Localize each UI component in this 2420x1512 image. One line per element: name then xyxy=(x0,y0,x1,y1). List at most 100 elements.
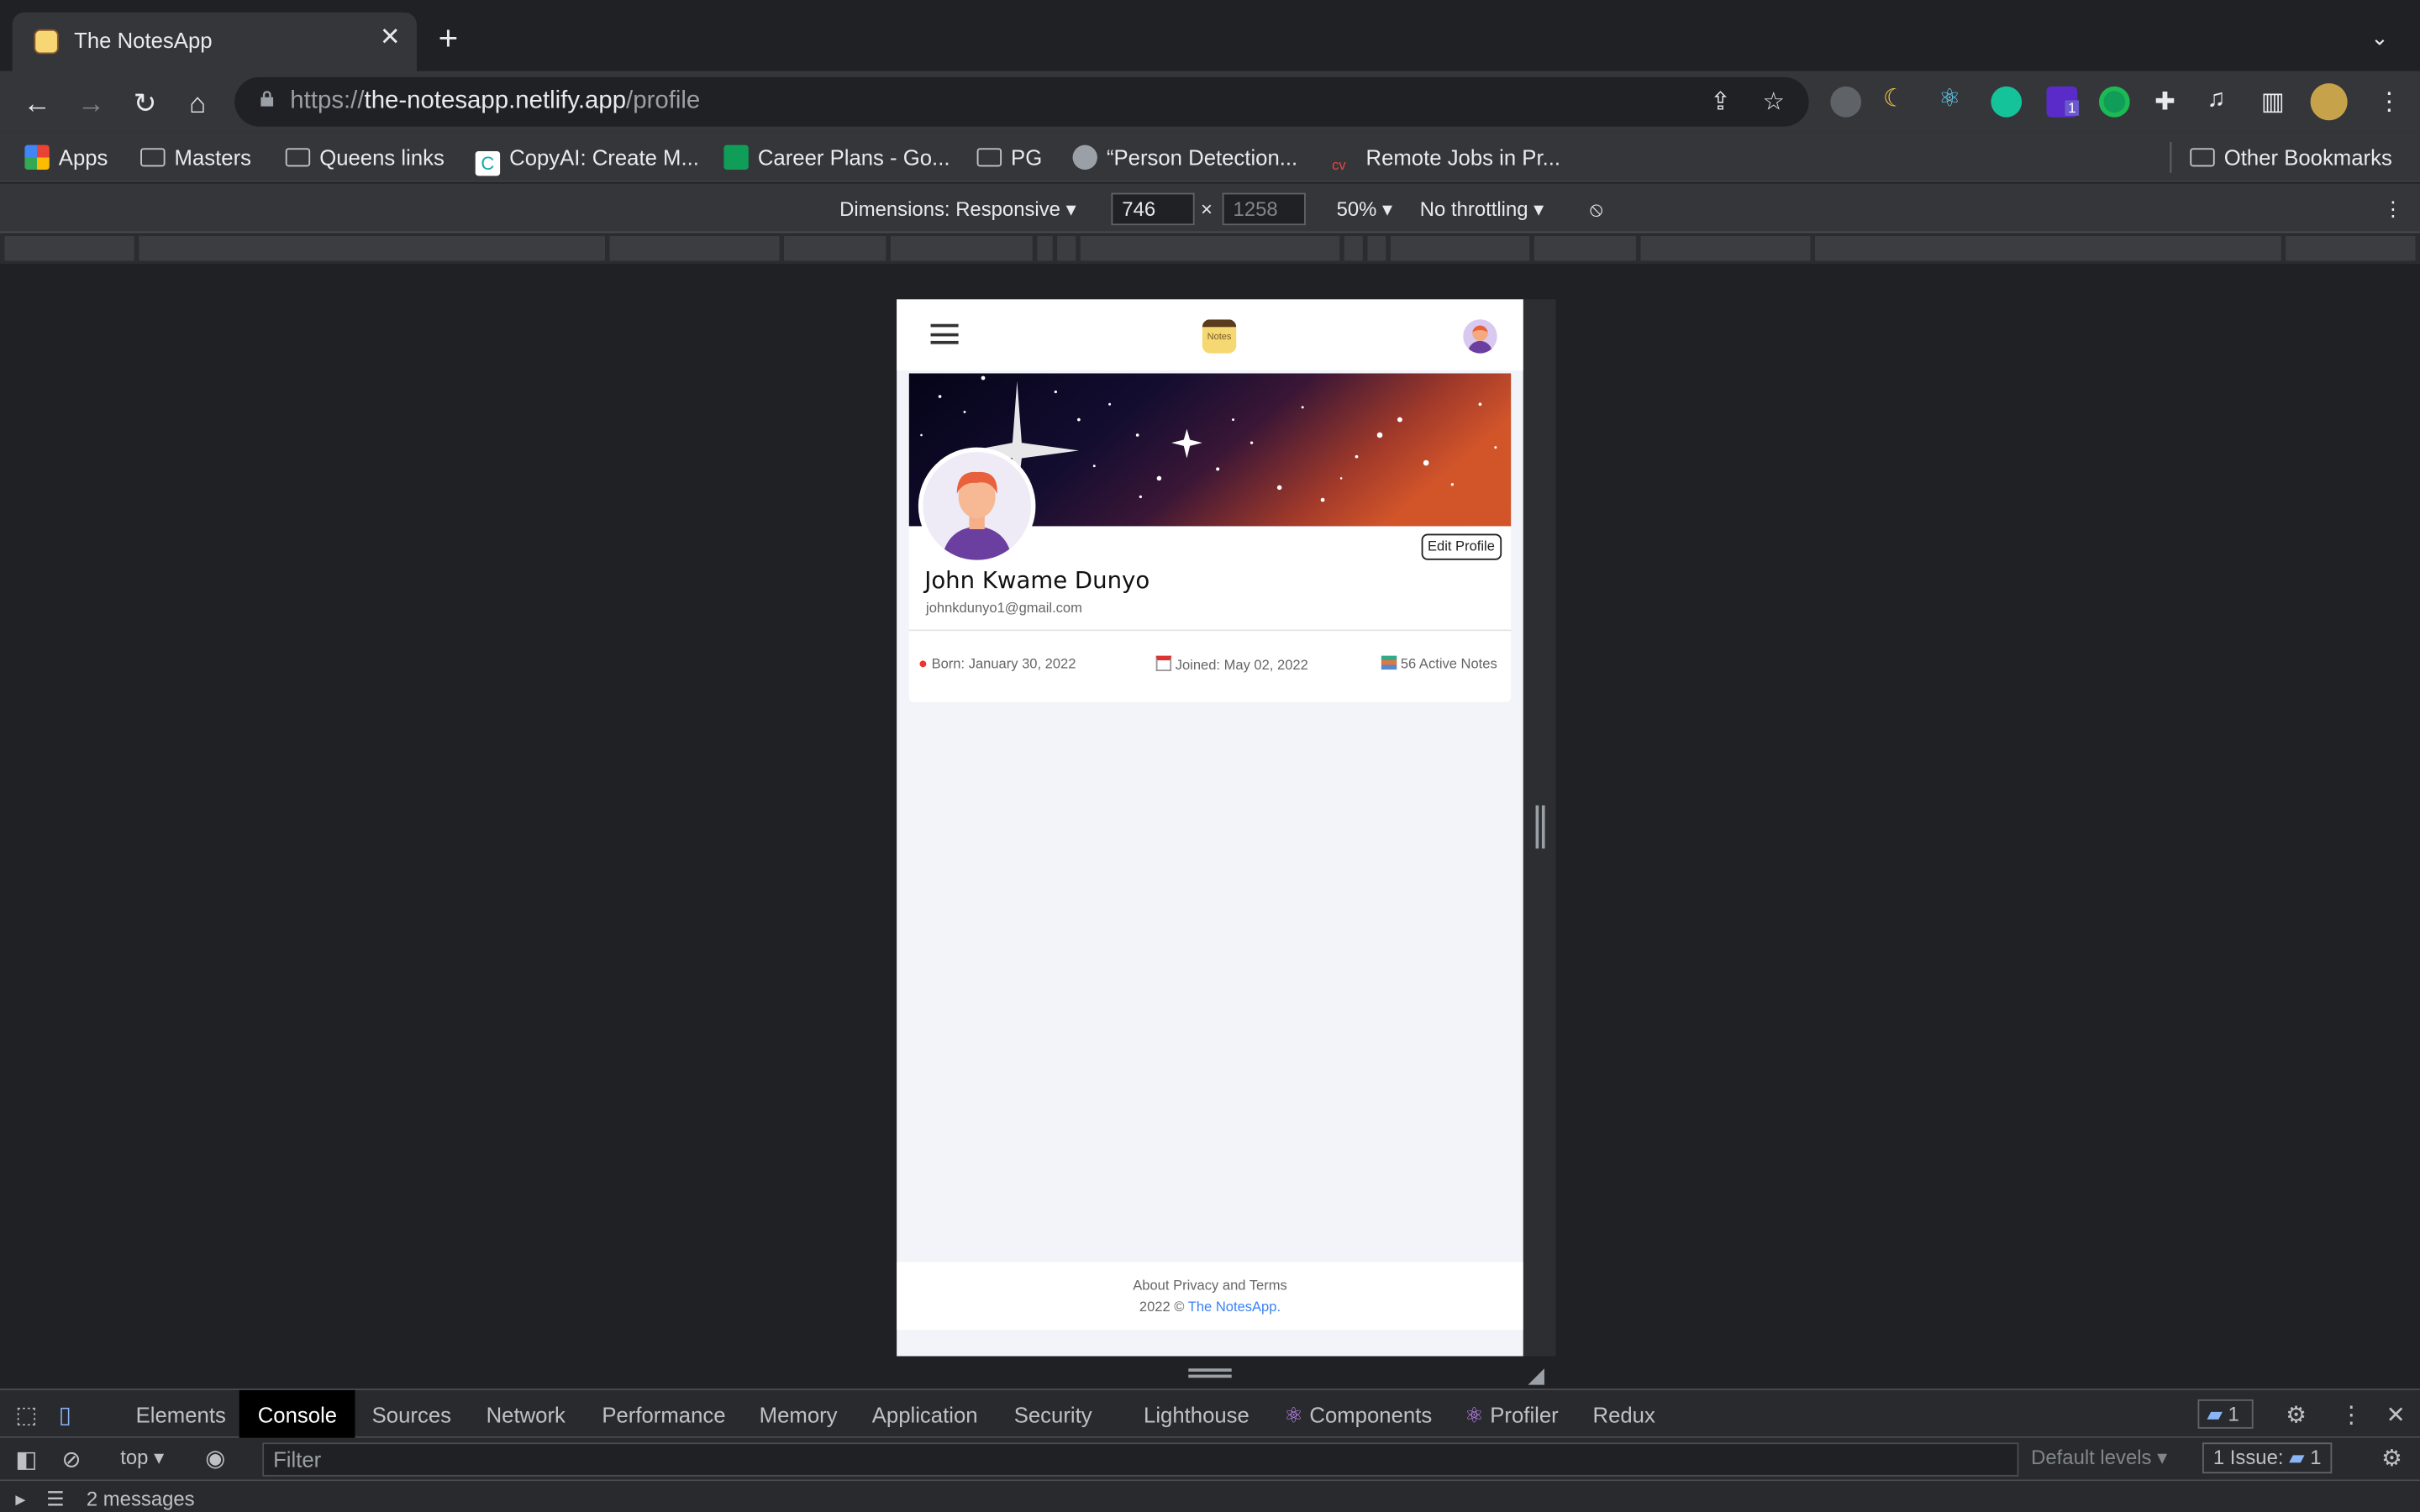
home-icon[interactable]: ⌂ xyxy=(179,85,216,122)
devtools-menu-icon[interactable]: ⋮ xyxy=(2339,1401,2363,1429)
bookmark-pg[interactable]: PG xyxy=(976,145,1042,170)
list-icon: ☰ xyxy=(46,1487,65,1511)
messages-counter[interactable]: ▰ 1 xyxy=(2197,1399,2254,1429)
folder-icon xyxy=(140,148,166,167)
tab-console[interactable]: Console xyxy=(239,1389,356,1438)
url-text: https://the-notesapp.netlify.app/profile xyxy=(290,87,701,114)
back-icon[interactable]: ← xyxy=(18,85,55,122)
dimensions-dropdown[interactable]: Dimensions: Responsive ▾ xyxy=(839,197,1076,222)
inspect-element-icon[interactable]: ⬚ xyxy=(15,1401,37,1429)
new-tab-icon[interactable]: + xyxy=(439,21,459,55)
tab-redux[interactable]: Redux xyxy=(1593,1403,1655,1427)
apps-grid-icon xyxy=(24,144,50,171)
globe-icon xyxy=(1072,144,1097,171)
browser-toolbar: ← → ↻ ⌂ https://the-notesapp.netlify.app… xyxy=(0,71,2420,133)
footer-about-link[interactable]: About xyxy=(1133,1278,1169,1293)
device-more-icon[interactable]: ⋮ xyxy=(2383,197,2403,222)
messages-count-label: 2 messages xyxy=(86,1487,195,1511)
bookmark-person-detection[interactable]: “Person Detection... xyxy=(1072,144,1297,171)
hamburger-menu-icon[interactable] xyxy=(930,323,959,344)
bookmark-star-icon[interactable]: ☆ xyxy=(1763,87,1785,118)
folder-icon xyxy=(285,148,311,167)
profile-card: Edit Profile John Kwame Dunyo johnkdunyo… xyxy=(908,373,1512,702)
tab-memory[interactable]: Memory xyxy=(760,1403,838,1427)
cv-icon: cv xyxy=(1332,157,1346,173)
log-levels-dropdown[interactable]: Default levels ▾ xyxy=(2031,1446,2167,1470)
tab-application[interactable]: Application xyxy=(872,1403,978,1427)
app-header: Notes xyxy=(897,299,1523,370)
notes-stat: 56 Active Notes xyxy=(1381,655,1497,671)
tab-performance[interactable]: Performance xyxy=(602,1403,725,1427)
dark-mode-moon-icon[interactable]: ☾ xyxy=(1883,83,1914,114)
bookmark-copyai[interactable]: C CopyAI: Create M... xyxy=(475,145,699,176)
tab-profiler[interactable]: ⚛ Profiler xyxy=(1465,1403,1559,1429)
edit-profile-button[interactable]: Edit Profile xyxy=(1421,533,1502,560)
extensions-puzzle-icon[interactable]: ✚ xyxy=(2154,87,2175,118)
browser-tab[interactable]: The NotesApp ✕ xyxy=(12,12,417,71)
issue-message-icon: ▰ xyxy=(2289,1446,2305,1469)
tab-components[interactable]: ⚛ Components xyxy=(1284,1403,1432,1429)
forward-icon[interactable]: → xyxy=(72,85,109,122)
bookmark-career-plans[interactable]: Career Plans - Go... xyxy=(723,144,950,171)
profile-avatar[interactable] xyxy=(2310,83,2348,121)
bookmarks-bar: Apps Masters Queens links C CopyAI: Creat… xyxy=(0,132,2420,182)
notesapp-logo-icon[interactable]: Notes xyxy=(1202,319,1237,354)
tab-search-chevron-icon[interactable]: ⌄ xyxy=(2370,24,2389,50)
address-bar[interactable]: https://the-notesapp.netlify.app/profile… xyxy=(234,76,1809,127)
console-filter-input[interactable]: Filter xyxy=(262,1442,2019,1477)
console-messages-group[interactable]: ▸ ☰ 2 messages xyxy=(0,1481,2420,1512)
extension-x-icon[interactable] xyxy=(1830,86,1862,118)
width-input[interactable]: 746 xyxy=(1111,192,1195,226)
settings-gear-icon[interactable]: ⚙ xyxy=(2286,1401,2307,1429)
share-icon[interactable]: ⇪ xyxy=(1710,87,1731,118)
expand-arrow-icon[interactable]: ▸ xyxy=(15,1488,25,1512)
tab-network[interactable]: Network xyxy=(487,1403,566,1427)
context-selector[interactable]: top ▾ xyxy=(120,1446,164,1470)
live-expression-eye-icon[interactable]: ◉ xyxy=(205,1444,225,1472)
copyai-icon: C xyxy=(475,151,501,176)
media-controls-icon[interactable]: ♫ xyxy=(2207,87,2226,114)
app-footer: About Privacy and Terms 2022 © The Notes… xyxy=(897,1262,1523,1331)
issues-button[interactable]: 1 Issue: ▰ 1 xyxy=(2202,1442,2333,1474)
bookmark-other[interactable]: Other Bookmarks xyxy=(2190,145,2392,170)
header-avatar[interactable] xyxy=(1463,319,1497,354)
tab-sources[interactable]: Sources xyxy=(372,1403,451,1427)
sidebar-toggle-icon[interactable]: ◧ xyxy=(15,1446,37,1473)
extension-circle-icon[interactable] xyxy=(2098,86,2130,118)
tab-strip: The NotesApp ✕ + ⌄ xyxy=(0,0,2420,71)
chrome-menu-icon[interactable]: ⋮ xyxy=(2377,87,2402,118)
tab-elements[interactable]: Elements xyxy=(136,1403,226,1427)
resize-handle-bottom[interactable] xyxy=(1188,1368,1232,1378)
rotate-icon[interactable]: ⦸ xyxy=(1590,197,1603,222)
resize-corner-icon[interactable]: ◢ xyxy=(1528,1362,1544,1389)
reload-icon[interactable]: ↻ xyxy=(127,85,164,122)
side-panel-icon[interactable]: ▥ xyxy=(2261,87,2285,118)
footer-copyright: 2022 © xyxy=(1139,1299,1185,1315)
grammarly-icon[interactable] xyxy=(1991,86,2023,118)
tab-lighthouse[interactable]: Lighthouse xyxy=(1144,1403,1249,1427)
profile-email: johnkdunyo1@gmail.com xyxy=(926,600,1082,616)
tab-security[interactable]: Security xyxy=(1014,1403,1092,1427)
height-input[interactable]: 1258 xyxy=(1222,192,1306,226)
console-settings-icon[interactable]: ⚙ xyxy=(2381,1444,2402,1472)
folder-icon xyxy=(2190,148,2215,167)
bookmark-apps[interactable]: Apps xyxy=(24,144,108,171)
bookmark-masters[interactable]: Masters xyxy=(140,145,251,170)
balloon-icon: ● xyxy=(918,655,928,673)
close-devtools-icon[interactable]: ✕ xyxy=(2386,1401,2406,1429)
close-tab-icon[interactable]: ✕ xyxy=(380,25,401,50)
resize-handle-right[interactable] xyxy=(1535,805,1545,849)
joined-stat: Joined: May 02, 2022 xyxy=(1155,655,1308,673)
throttling-dropdown[interactable]: No throttling ▾ xyxy=(1420,197,1544,222)
bookmark-queens-links[interactable]: Queens links xyxy=(285,145,445,170)
extension-badge-icon[interactable]: 1 xyxy=(2046,86,2080,118)
clear-console-icon[interactable]: ⊘ xyxy=(61,1446,81,1473)
footer-privacy-link[interactable]: Privacy and Terms xyxy=(1173,1278,1287,1293)
footer-brand-link[interactable]: The NotesApp. xyxy=(1188,1299,1281,1315)
react-devtools-icon[interactable]: ⚛ xyxy=(1939,83,1970,114)
bookmark-remote-jobs[interactable]: cv Remote Jobs in Pr... xyxy=(1332,145,1560,178)
device-toggle-icon[interactable]: ▯ xyxy=(59,1401,71,1429)
zoom-dropdown[interactable]: 50% ▾ xyxy=(1337,197,1392,222)
sheets-icon xyxy=(723,144,749,171)
media-query-ruler[interactable] xyxy=(0,233,2420,265)
